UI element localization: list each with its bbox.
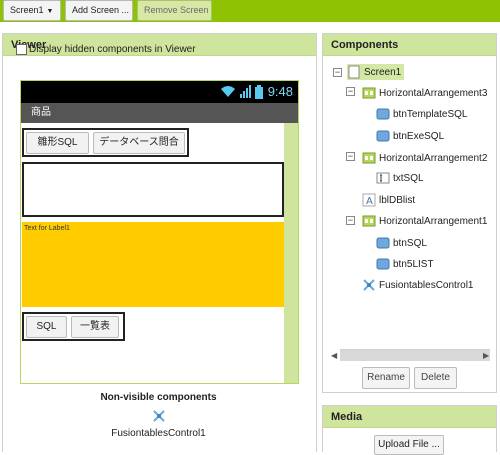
tree-item-btn5-list[interactable]: btn5LIST <box>376 256 434 272</box>
hidden-components-checkbox[interactable]: Display hidden components in Viewer <box>16 42 196 56</box>
scroll-left-icon[interactable]: ◀ <box>331 351 337 360</box>
tree-item-harr2[interactable]: HorizontalArrangement2 <box>362 150 487 166</box>
tree-label: HorizontalArrangement3 <box>379 87 488 99</box>
remove-screen-button[interactable]: Remove Screen <box>137 0 212 21</box>
screen-select[interactable]: Screen1 ▼ <box>3 0 61 21</box>
screen-select-label: Screen1 <box>10 5 44 15</box>
arrangement-icon <box>362 215 376 227</box>
tree-item-fusiontables[interactable]: FusiontablesControl1 <box>362 277 474 293</box>
button-icon <box>376 258 390 270</box>
wifi-icon <box>220 86 235 97</box>
fusiontables-icon <box>153 410 165 422</box>
tree-item-lbl-db-list[interactable]: A lblDBlist <box>362 192 415 208</box>
tree-label: btnTemplateSQL <box>393 108 468 120</box>
components-hscrollbar[interactable] <box>340 349 490 361</box>
delete-button[interactable]: Delete <box>414 367 457 389</box>
dropdown-caret-icon: ▼ <box>46 8 54 15</box>
checkbox-box[interactable] <box>16 43 27 55</box>
tree-item-btn-sql[interactable]: btnSQL <box>376 235 427 251</box>
media-title: Media <box>323 406 496 428</box>
horizontal-arrangement-1[interactable]: SQL 一覧表 <box>22 312 125 341</box>
tree-label: Screen1 <box>364 66 402 78</box>
collapse-screen1-icon[interactable]: − <box>333 68 342 77</box>
tree-item-txt-sql[interactable]: txtSQL <box>376 170 424 186</box>
tree-label: lblDBlist <box>379 194 416 206</box>
arrangement-icon <box>362 87 376 99</box>
tree-label: btnExeSQL <box>393 130 445 142</box>
nonvisible-item: FusiontablesControl1 <box>111 428 206 439</box>
tree-item-btn-template-sql[interactable]: btnTemplateSQL <box>376 106 468 122</box>
status-clock: 9:48 <box>267 84 293 99</box>
arrangement-icon <box>362 152 376 164</box>
exe-sql-button[interactable]: データベース問合 <box>93 131 185 154</box>
tree-label: txtSQL <box>393 172 424 184</box>
tree-item-screen1[interactable]: Screen1 <box>347 64 405 80</box>
collapse-harr2-icon[interactable]: − <box>346 152 355 161</box>
button-icon <box>376 237 390 249</box>
top-toolbar: Screen1 ▼ Add Screen ... Remove Screen <box>0 0 500 22</box>
nonvisible-title: Non-visible components <box>100 392 217 403</box>
app-title-bar: 商品 <box>21 103 298 123</box>
add-screen-button[interactable]: Add Screen ... <box>65 0 133 21</box>
db-list-label: Text for Label1 <box>22 222 284 307</box>
tree-label: btnSQL <box>393 237 427 249</box>
tree-label: btn5LIST <box>393 258 434 270</box>
tree-item-btn-exe-sql[interactable]: btnExeSQL <box>376 128 444 144</box>
horizontal-arrangement-3[interactable]: 雛形SQL データベース問合 <box>22 128 189 157</box>
phone-status-bar: 9:48 <box>21 81 298 103</box>
label-icon: A <box>362 193 376 207</box>
hidden-components-label: Display hidden components in Viewer <box>29 43 196 55</box>
txt-sql-textbox[interactable] <box>26 164 282 215</box>
button-icon <box>376 130 390 142</box>
upload-file-button[interactable]: Upload File ... <box>374 435 444 455</box>
svg-text:A: A <box>366 196 373 207</box>
tree-item-harr3[interactable]: HorizontalArrangement3 <box>362 85 487 101</box>
scroll-right-icon[interactable]: ▶ <box>483 351 489 360</box>
screen-icon <box>348 65 360 79</box>
button-icon <box>376 108 390 120</box>
list-button[interactable]: 一覧表 <box>71 315 119 338</box>
components-title: Components <box>323 34 496 56</box>
horizontal-arrangement-2[interactable] <box>22 162 284 217</box>
textbox-icon <box>376 172 390 184</box>
tree-label: HorizontalArrangement1 <box>379 215 488 227</box>
sql-button[interactable]: SQL <box>26 315 67 338</box>
tree-label: HorizontalArrangement2 <box>379 152 488 164</box>
tree-label: FusiontablesControl1 <box>379 279 474 291</box>
collapse-harr1-icon[interactable]: − <box>346 216 355 225</box>
template-sql-button[interactable]: 雛形SQL <box>26 131 89 154</box>
rename-button[interactable]: Rename <box>362 367 410 389</box>
signal-icon <box>239 85 251 98</box>
battery-icon <box>254 84 263 99</box>
phone-preview: 9:48 商品 雛形SQL データベース問合 Text for Label1 S… <box>20 80 299 384</box>
collapse-harr3-icon[interactable]: − <box>346 87 355 96</box>
fusiontables-icon <box>363 279 375 291</box>
tree-item-harr1[interactable]: HorizontalArrangement1 <box>362 213 487 229</box>
phone-scrollbar[interactable] <box>284 123 298 383</box>
